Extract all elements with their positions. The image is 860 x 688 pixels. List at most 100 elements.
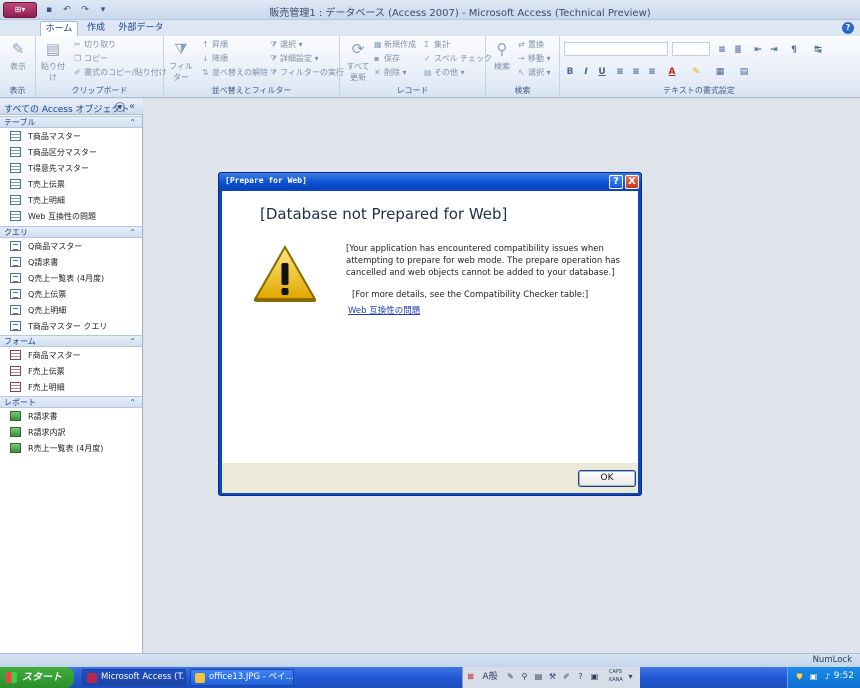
dialog-help-button[interactable]: ? [609, 175, 623, 189]
nav-section-tables[interactable]: テーブル ⌃ [0, 116, 142, 128]
bold-icon[interactable]: B [564, 66, 576, 78]
nav-item-report[interactable]: R請求書 [0, 408, 142, 424]
chevron-down-icon[interactable]: ▾ [625, 671, 636, 683]
nav-item-table[interactable]: T売上明細 [0, 192, 142, 208]
start-button[interactable]: スタート [0, 667, 74, 688]
align-right-icon[interactable]: ≡ [646, 66, 658, 78]
quick-access-toolbar: ▪ ↶ ↷ ▾ [42, 3, 110, 17]
indent-increase-icon[interactable]: ⇥ [768, 44, 780, 56]
office-button[interactable]: ⊞▾ [3, 2, 37, 18]
align-left-icon[interactable]: ≡ [614, 66, 626, 78]
nav-section-queries[interactable]: クエリ ⌃ [0, 226, 142, 238]
format-painter-button[interactable]: ✐ 書式のコピー/貼り付け [74, 67, 167, 79]
underline-icon[interactable]: U [596, 66, 608, 78]
selection-button[interactable]: ⧩ 選択 ▾ [270, 39, 303, 51]
highlight-icon[interactable]: ✎ [690, 66, 702, 78]
ime-pad-icon[interactable]: ⚲ [519, 671, 530, 683]
gridlines-icon[interactable]: ▦ [714, 66, 726, 78]
close-icon[interactable]: X [625, 175, 639, 189]
tab-create[interactable]: 作成 [82, 21, 110, 36]
group-view: ✎ 表示 表示 [0, 36, 36, 98]
font-color-icon[interactable]: A [666, 66, 678, 78]
clear-sort-button[interactable]: ⇅ 並べ替えの解除 [202, 67, 268, 79]
save-icon[interactable]: ▪ [42, 4, 56, 17]
nav-item-table[interactable]: Web 互換性の問題 [0, 208, 142, 224]
cut-button[interactable]: ✂ 切り取り [74, 39, 116, 51]
toggle-filter-button[interactable]: ⧩ フィルターの実行 [270, 67, 344, 79]
ime-mode[interactable]: A般 [479, 671, 501, 683]
more-button[interactable]: ▤ その他 ▾ [424, 67, 465, 79]
alternate-row-color-icon[interactable]: ▤ [738, 66, 750, 78]
goto-button[interactable]: → 移動 ▾ [518, 53, 551, 65]
bullets-icon[interactable]: ≡ [716, 44, 728, 56]
nav-item-query[interactable]: Q売上伝票 [0, 286, 142, 302]
settings-icon[interactable]: ▣ [589, 671, 600, 683]
tab-external-data[interactable]: 外部データ [118, 21, 164, 36]
chevron-down-icon[interactable]: ▼ [115, 102, 125, 112]
filter-button[interactable]: ⧩ フィルター [166, 39, 196, 83]
collapse-pane-icon[interactable]: « [129, 101, 135, 112]
nav-header[interactable]: すべての Access オブジェクト ▼ « [0, 99, 143, 115]
nav-item-query[interactable]: Q売上一覧表 (4月度) [0, 270, 142, 286]
nav-item-report[interactable]: R売上一覧表 (4月度) [0, 440, 142, 456]
table-icon [10, 195, 21, 205]
handwriting-icon[interactable]: ✐ [561, 671, 572, 683]
nav-item-table[interactable]: T商品マスター [0, 128, 142, 144]
nav-item-report[interactable]: R請求内訳 [0, 424, 142, 440]
nav-item-query[interactable]: T商品マスター クエリ [0, 318, 142, 334]
ime-icon[interactable]: ⊠ [465, 671, 476, 683]
paragraph-icon[interactable]: ¶ [788, 44, 800, 56]
nav-item-query[interactable]: Q売上明細 [0, 302, 142, 318]
help-icon[interactable]: ? [842, 22, 854, 34]
nav-section-reports[interactable]: レポート ⌃ [0, 396, 142, 408]
text-direction-icon[interactable]: ↹ [812, 44, 824, 56]
save-record-button[interactable]: ▪ 保存 [374, 53, 400, 65]
new-record-button[interactable]: ▦ 新規作成 [374, 39, 416, 51]
volume-icon[interactable]: ♪ [822, 671, 833, 683]
paste-button[interactable]: ▤ 貼り付け [38, 39, 68, 83]
sort-descending-button[interactable]: ↓ 降順 [202, 53, 228, 65]
customize-icon[interactable]: ▾ [96, 4, 110, 17]
spelling-button[interactable]: ✓ スペル チェック [424, 53, 492, 65]
find-button[interactable]: ⚲ 検索 [487, 39, 517, 72]
dialog-title-bar[interactable]: [Prepare for Web] ? X [219, 173, 641, 190]
ok-button[interactable]: OK [578, 470, 636, 487]
delete-record-button[interactable]: ✕ 削除 ▾ [374, 67, 407, 79]
taskbar-item-paint[interactable]: office13.JPG - ペイ... [190, 669, 294, 686]
select-button[interactable]: ↖ 選択 ▾ [518, 67, 551, 79]
taskbar-item-access[interactable]: Microsoft Access (T... [82, 669, 186, 686]
font-size-select[interactable] [672, 42, 710, 56]
tab-home[interactable]: ホーム [40, 21, 78, 36]
nav-item-query[interactable]: Q商品マスター [0, 238, 142, 254]
properties-icon[interactable]: ? [575, 671, 586, 683]
redo-icon[interactable]: ↷ [78, 4, 92, 17]
copy-button[interactable]: ❐ コピー [74, 53, 108, 65]
nav-section-forms[interactable]: フォーム ⌃ [0, 335, 142, 347]
nav-item-form[interactable]: F売上明細 [0, 379, 142, 395]
refresh-all-button[interactable]: ⟳ すべて更新 [343, 39, 373, 83]
status-bar: NumLock [0, 653, 860, 667]
dictionary-icon[interactable]: ▤ [533, 671, 544, 683]
shield-icon[interactable]: ⛊ [794, 671, 805, 683]
nav-item-form[interactable]: F商品マスター [0, 347, 142, 363]
input-tool-icon[interactable]: ✎ [505, 671, 516, 683]
replace-button[interactable]: ⇄ 置換 [518, 39, 544, 51]
totals-button[interactable]: Σ 集計 [424, 39, 450, 51]
tools-icon[interactable]: ⚒ [547, 671, 558, 683]
view-button[interactable]: ✎ 表示 [3, 39, 33, 72]
italic-icon[interactable]: I [580, 66, 592, 78]
nav-item-form[interactable]: F売上伝票 [0, 363, 142, 379]
undo-icon[interactable]: ↶ [60, 4, 74, 17]
nav-item-table[interactable]: T売上伝票 [0, 176, 142, 192]
nav-item-table[interactable]: T商品区分マスター [0, 144, 142, 160]
nav-item-query[interactable]: Q請求書 [0, 254, 142, 270]
nav-item-table[interactable]: T得意先マスター [0, 160, 142, 176]
numbering-icon[interactable]: ≣ [732, 44, 744, 56]
font-name-select[interactable] [564, 42, 668, 56]
network-icon[interactable]: ▣ [808, 671, 819, 683]
advanced-filter-button[interactable]: ⧩ 詳細設定 ▾ [270, 53, 319, 65]
sort-ascending-button[interactable]: ↑ 昇順 [202, 39, 228, 51]
compatibility-issues-link[interactable]: Web 互換性の問題 [348, 304, 420, 316]
align-center-icon[interactable]: ≡ [630, 66, 642, 78]
indent-decrease-icon[interactable]: ⇤ [752, 44, 764, 56]
